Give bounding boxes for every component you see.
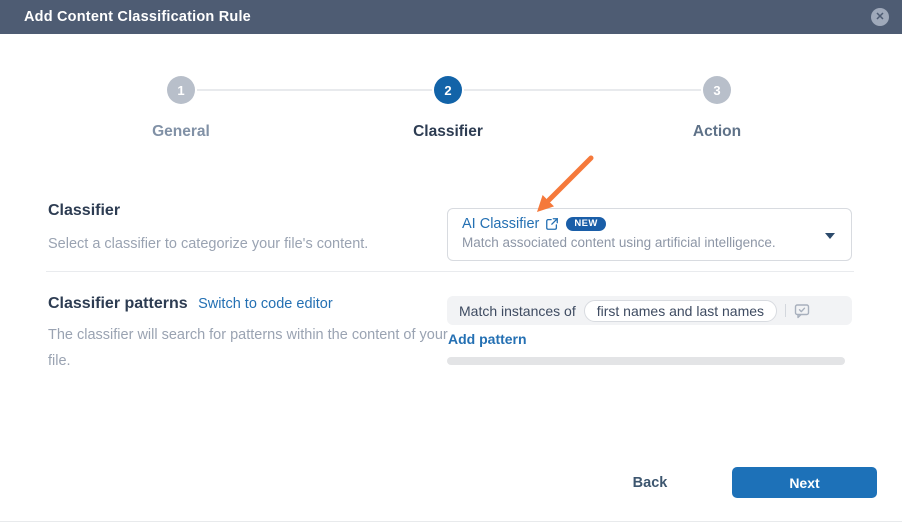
- comment-check-button[interactable]: [794, 303, 810, 319]
- classifier-section-info: Classifier Select a classifier to catego…: [48, 202, 440, 257]
- classifier-section-title: Classifier: [48, 202, 440, 220]
- step-circle-classifier[interactable]: 2: [434, 76, 462, 104]
- selected-classifier-name: AI Classifier: [462, 216, 539, 232]
- close-icon: ✕: [875, 12, 884, 23]
- comment-check-icon: [794, 303, 810, 319]
- step-number: 3: [713, 83, 720, 98]
- external-link-icon: [545, 217, 559, 231]
- step-circle-action[interactable]: 3: [703, 76, 731, 104]
- switch-to-code-editor-link[interactable]: Switch to code editor: [198, 296, 333, 312]
- classifier-section-description: Select a classifier to categorize your f…: [48, 231, 440, 257]
- section-divider: [46, 271, 854, 272]
- ai-classifier-link[interactable]: AI Classifier: [462, 216, 559, 232]
- pattern-row: Match instances of first names and last …: [447, 296, 852, 325]
- add-content-classification-rule-modal: Add Content Classification Rule ✕ 1 2 3 …: [0, 0, 902, 522]
- modal-title: Add Content Classification Rule: [24, 9, 251, 25]
- classifier-dropdown[interactable]: AI Classifier NEW Match associated conte…: [447, 208, 852, 261]
- step-label-action[interactable]: Action: [637, 123, 797, 141]
- step-label-general[interactable]: General: [101, 123, 261, 141]
- step-number: 2: [444, 83, 451, 98]
- step-label-classifier: Classifier: [368, 123, 528, 141]
- modal-header: Add Content Classification Rule: [0, 0, 902, 34]
- step-circle-general[interactable]: 1: [167, 76, 195, 104]
- close-button[interactable]: ✕: [871, 8, 889, 26]
- back-button[interactable]: Back: [618, 473, 682, 493]
- selected-classifier-description: Match associated content using artificia…: [462, 235, 811, 250]
- step-number: 1: [177, 83, 184, 98]
- next-button[interactable]: Next: [732, 467, 877, 498]
- pattern-prefix-label: Match instances of: [459, 303, 576, 319]
- pattern-divider: [785, 304, 786, 317]
- patterns-section-title: Classifier patterns: [48, 295, 188, 312]
- patterns-section-description: The classifier will search for patterns …: [48, 322, 448, 374]
- caret-down-icon: [825, 233, 835, 239]
- add-pattern-link[interactable]: Add pattern: [448, 331, 527, 347]
- patterns-section-info: Classifier patterns Switch to code edito…: [48, 295, 448, 374]
- pattern-value-pill[interactable]: first names and last names: [584, 300, 777, 322]
- new-badge: NEW: [566, 217, 605, 232]
- horizontal-scrollbar[interactable]: [447, 357, 845, 365]
- stepper-connector-2: [464, 89, 701, 91]
- stepper-connector-1: [197, 89, 432, 91]
